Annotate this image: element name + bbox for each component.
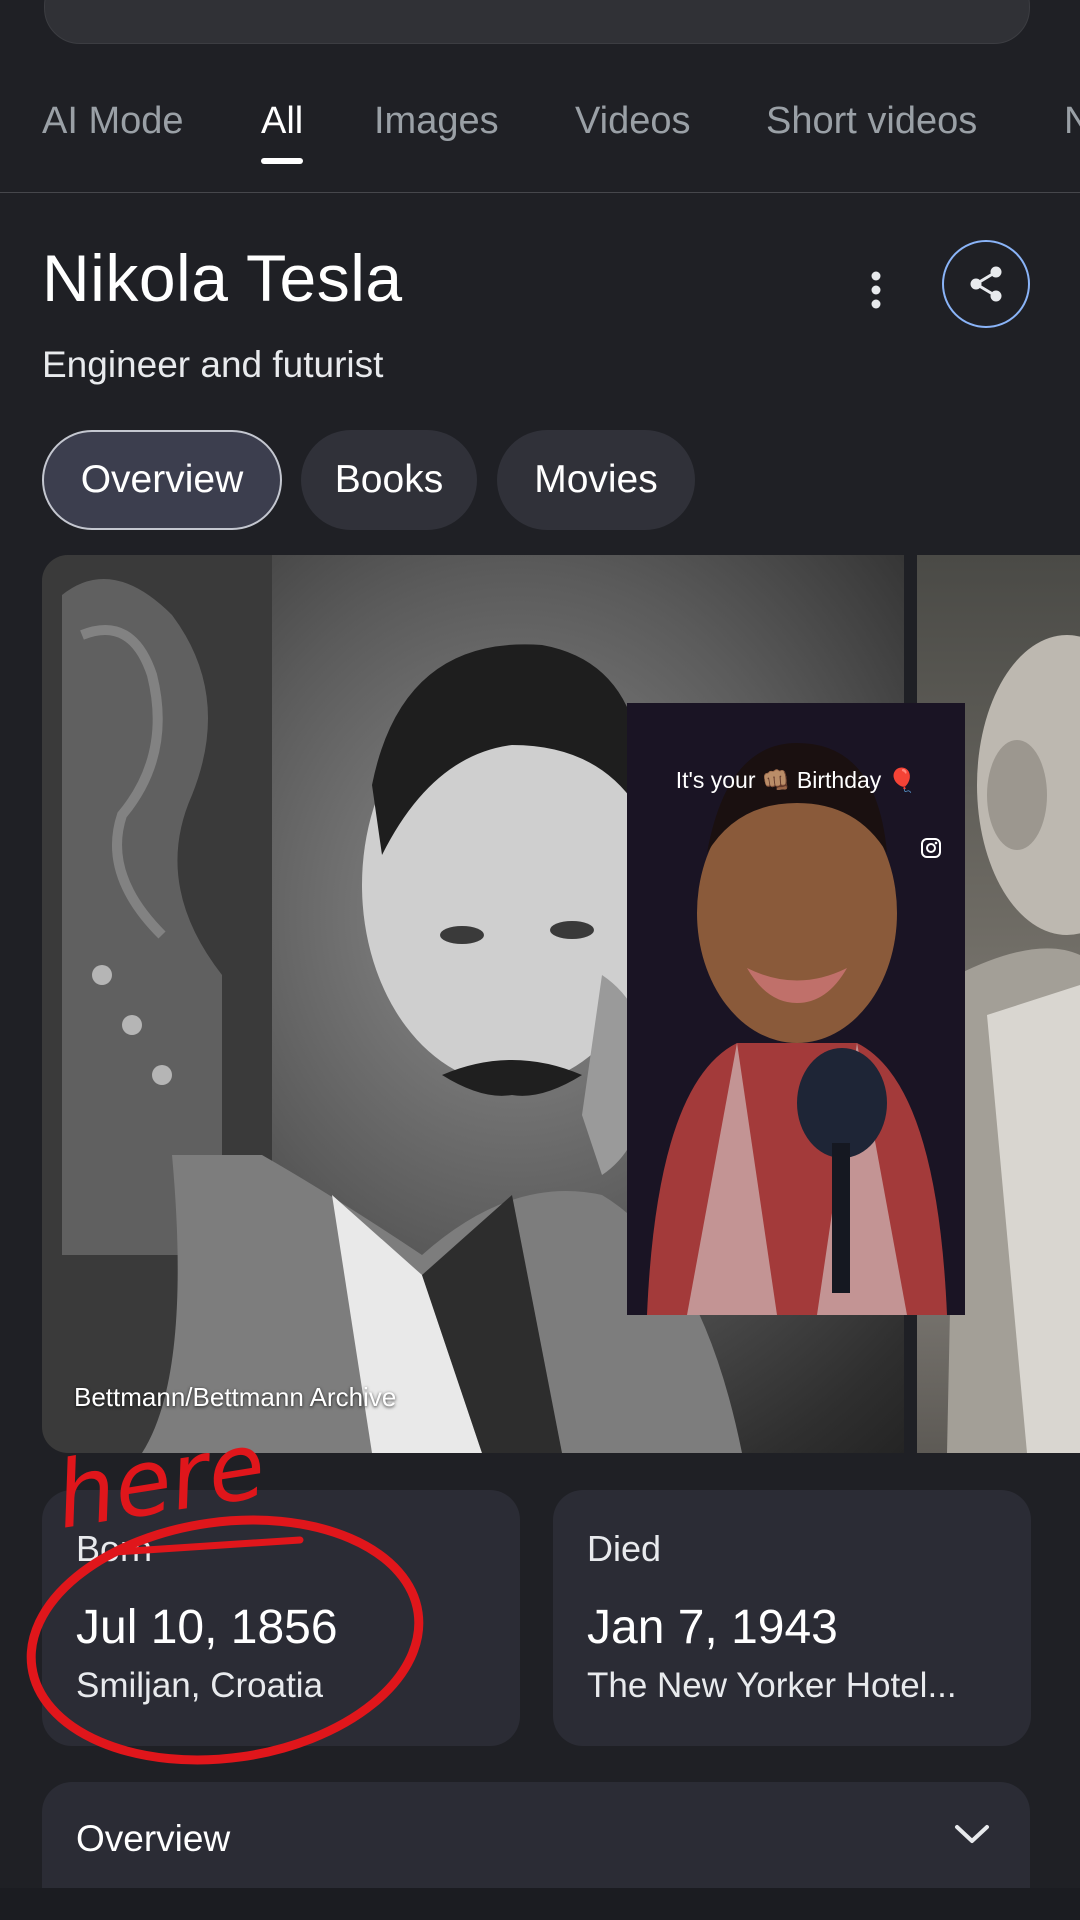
chip-movies[interactable]: Movies	[497, 430, 695, 530]
tab-all-label: All	[261, 100, 304, 142]
bottom-nav-bar	[0, 1888, 1080, 1920]
search-results-page: AI Mode All Images Videos Short videos N…	[0, 0, 1080, 1920]
died-card[interactable]: Died Jan 7, 1943 The New Yorker Hotel...	[553, 1490, 1031, 1746]
more-options-button[interactable]	[856, 262, 896, 318]
video-overlay[interactable]: It's your 👊🏽 Birthday 🎈	[627, 703, 965, 1315]
search-tabs: AI Mode All Images Videos Short videos N	[0, 82, 1080, 193]
tab-short-videos[interactable]: Short videos	[766, 100, 977, 143]
instagram-icon	[921, 838, 941, 858]
chip-books[interactable]: Books	[301, 430, 477, 530]
chevron-down-icon	[955, 1825, 989, 1843]
active-tab-indicator	[261, 158, 304, 164]
died-label: Died	[587, 1528, 662, 1569]
video-caption: It's your 👊🏽 Birthday 🎈	[675, 767, 917, 793]
share-icon	[970, 266, 1002, 302]
tab-all[interactable]: All	[261, 100, 304, 164]
born-place: Smiljan, Croatia	[76, 1666, 324, 1705]
share-button[interactable]	[942, 240, 1030, 328]
entity-title: Nikola Tesla	[42, 241, 403, 315]
photo-credit: Bettmann/Bettmann Archive	[74, 1382, 397, 1412]
more-vert-icon	[871, 271, 881, 309]
video-frame-illustration	[627, 703, 965, 1315]
overview-section[interactable]: Overview	[42, 1782, 1030, 1902]
died-place: The New Yorker Hotel...	[587, 1666, 957, 1705]
born-card[interactable]: Born Jul 10, 1856 Smiljan, Croatia	[42, 1490, 520, 1746]
tab-videos[interactable]: Videos	[575, 100, 691, 143]
tab-images[interactable]: Images	[374, 100, 499, 143]
tab-ai-mode[interactable]: AI Mode	[42, 100, 184, 143]
entity-subtitle: Engineer and futurist	[42, 344, 384, 385]
search-bar[interactable]	[44, 0, 1030, 44]
born-date: Jul 10, 1856	[76, 1601, 338, 1654]
chip-overview[interactable]: Overview	[42, 430, 282, 530]
born-label: Born	[76, 1528, 153, 1569]
overview-section-label: Overview	[76, 1818, 231, 1859]
tab-news[interactable]: N	[1064, 100, 1080, 143]
died-date: Jan 7, 1943	[587, 1601, 838, 1654]
